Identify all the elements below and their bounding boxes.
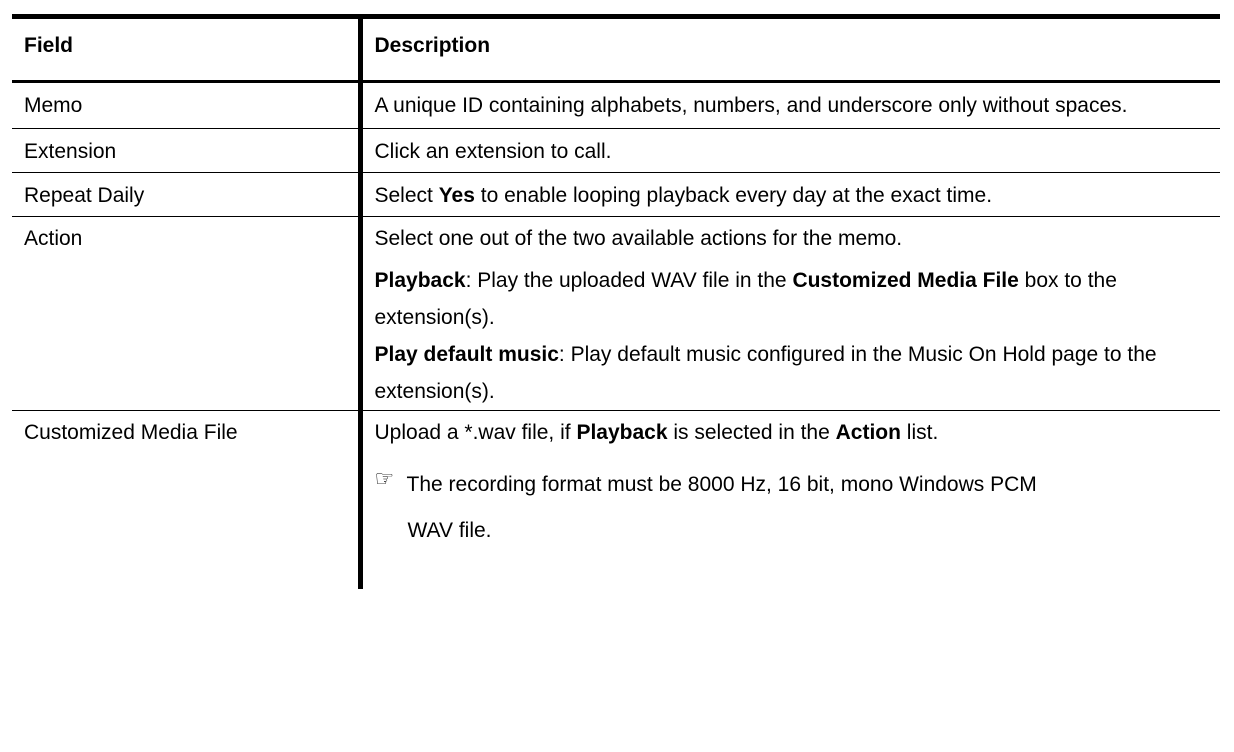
default-music-label: Play default music — [374, 343, 559, 366]
note-line2-text: WAV file. — [407, 519, 492, 542]
media-action-label: Action — [835, 421, 901, 444]
desc-media-upload: Upload a *.wav file, if Playback is sele… — [375, 414, 1211, 451]
desc-action-playback: Playback: Play the uploaded WAV file in … — [375, 262, 1211, 336]
desc-repeat-post: to enable looping playback every day at … — [474, 184, 993, 207]
field-action: Action — [12, 216, 363, 411]
media-pre: Upload a *.wav file, if — [374, 421, 577, 444]
desc-repeat-yes: Yes — [438, 184, 475, 207]
desc-action-default-music: Play default music: Play default music c… — [375, 336, 1211, 410]
desc-extension: Click an extension to call. — [374, 140, 612, 163]
table-row-action: Action Select one out of the two availab… — [12, 216, 1220, 411]
desc-memo: A unique ID containing alphabets, number… — [374, 94, 1128, 117]
media-playback-label: Playback — [576, 421, 668, 444]
note-box: ☞ The recording format must be 8000 Hz, 1… — [375, 463, 1211, 553]
field-customized-media-file: Customized Media File — [12, 410, 363, 589]
desc-action: Select one out of the two available acti… — [360, 217, 1220, 411]
note-line1-text: The recording format must be 8000 Hz, 16… — [406, 473, 1037, 496]
desc-repeat-daily: Select Yes to enable looping playback ev… — [360, 173, 1220, 217]
customized-media-file-label: Customized Media File — [792, 269, 1019, 292]
table-row-extension: Extension Click an extension to call. — [12, 128, 1220, 173]
header-description: Description — [374, 34, 491, 57]
hand-pointing-right-icon: ☞ — [374, 466, 395, 491]
playback-label: Playback — [374, 269, 466, 292]
playback-text-a: : Play the uploaded WAV file in the — [465, 269, 793, 292]
field-repeat-daily: Repeat Daily — [12, 172, 363, 217]
table-header-row: Field Description — [12, 16, 1220, 82]
field-memo: Memo — [12, 81, 363, 129]
media-post: list. — [900, 421, 939, 444]
table-row-customized-media-file: Customized Media File Upload a *.wav fil… — [12, 410, 1220, 590]
table-row-memo: Memo A unique ID containing alphabets, n… — [12, 81, 1220, 129]
field-extension: Extension — [12, 128, 363, 173]
media-mid: is selected in the — [667, 421, 836, 444]
table-row-repeat-daily: Repeat Daily Select Yes to enable loopin… — [12, 172, 1220, 217]
desc-action-intro: Select one out of the two available acti… — [374, 227, 903, 250]
desc-repeat-pre: Select — [374, 184, 439, 207]
header-field: Field — [12, 16, 363, 82]
field-description-table: Field Description Memo A unique ID conta… — [12, 14, 1220, 589]
desc-customized-media-file: Upload a *.wav file, if Playback is sele… — [360, 411, 1220, 590]
